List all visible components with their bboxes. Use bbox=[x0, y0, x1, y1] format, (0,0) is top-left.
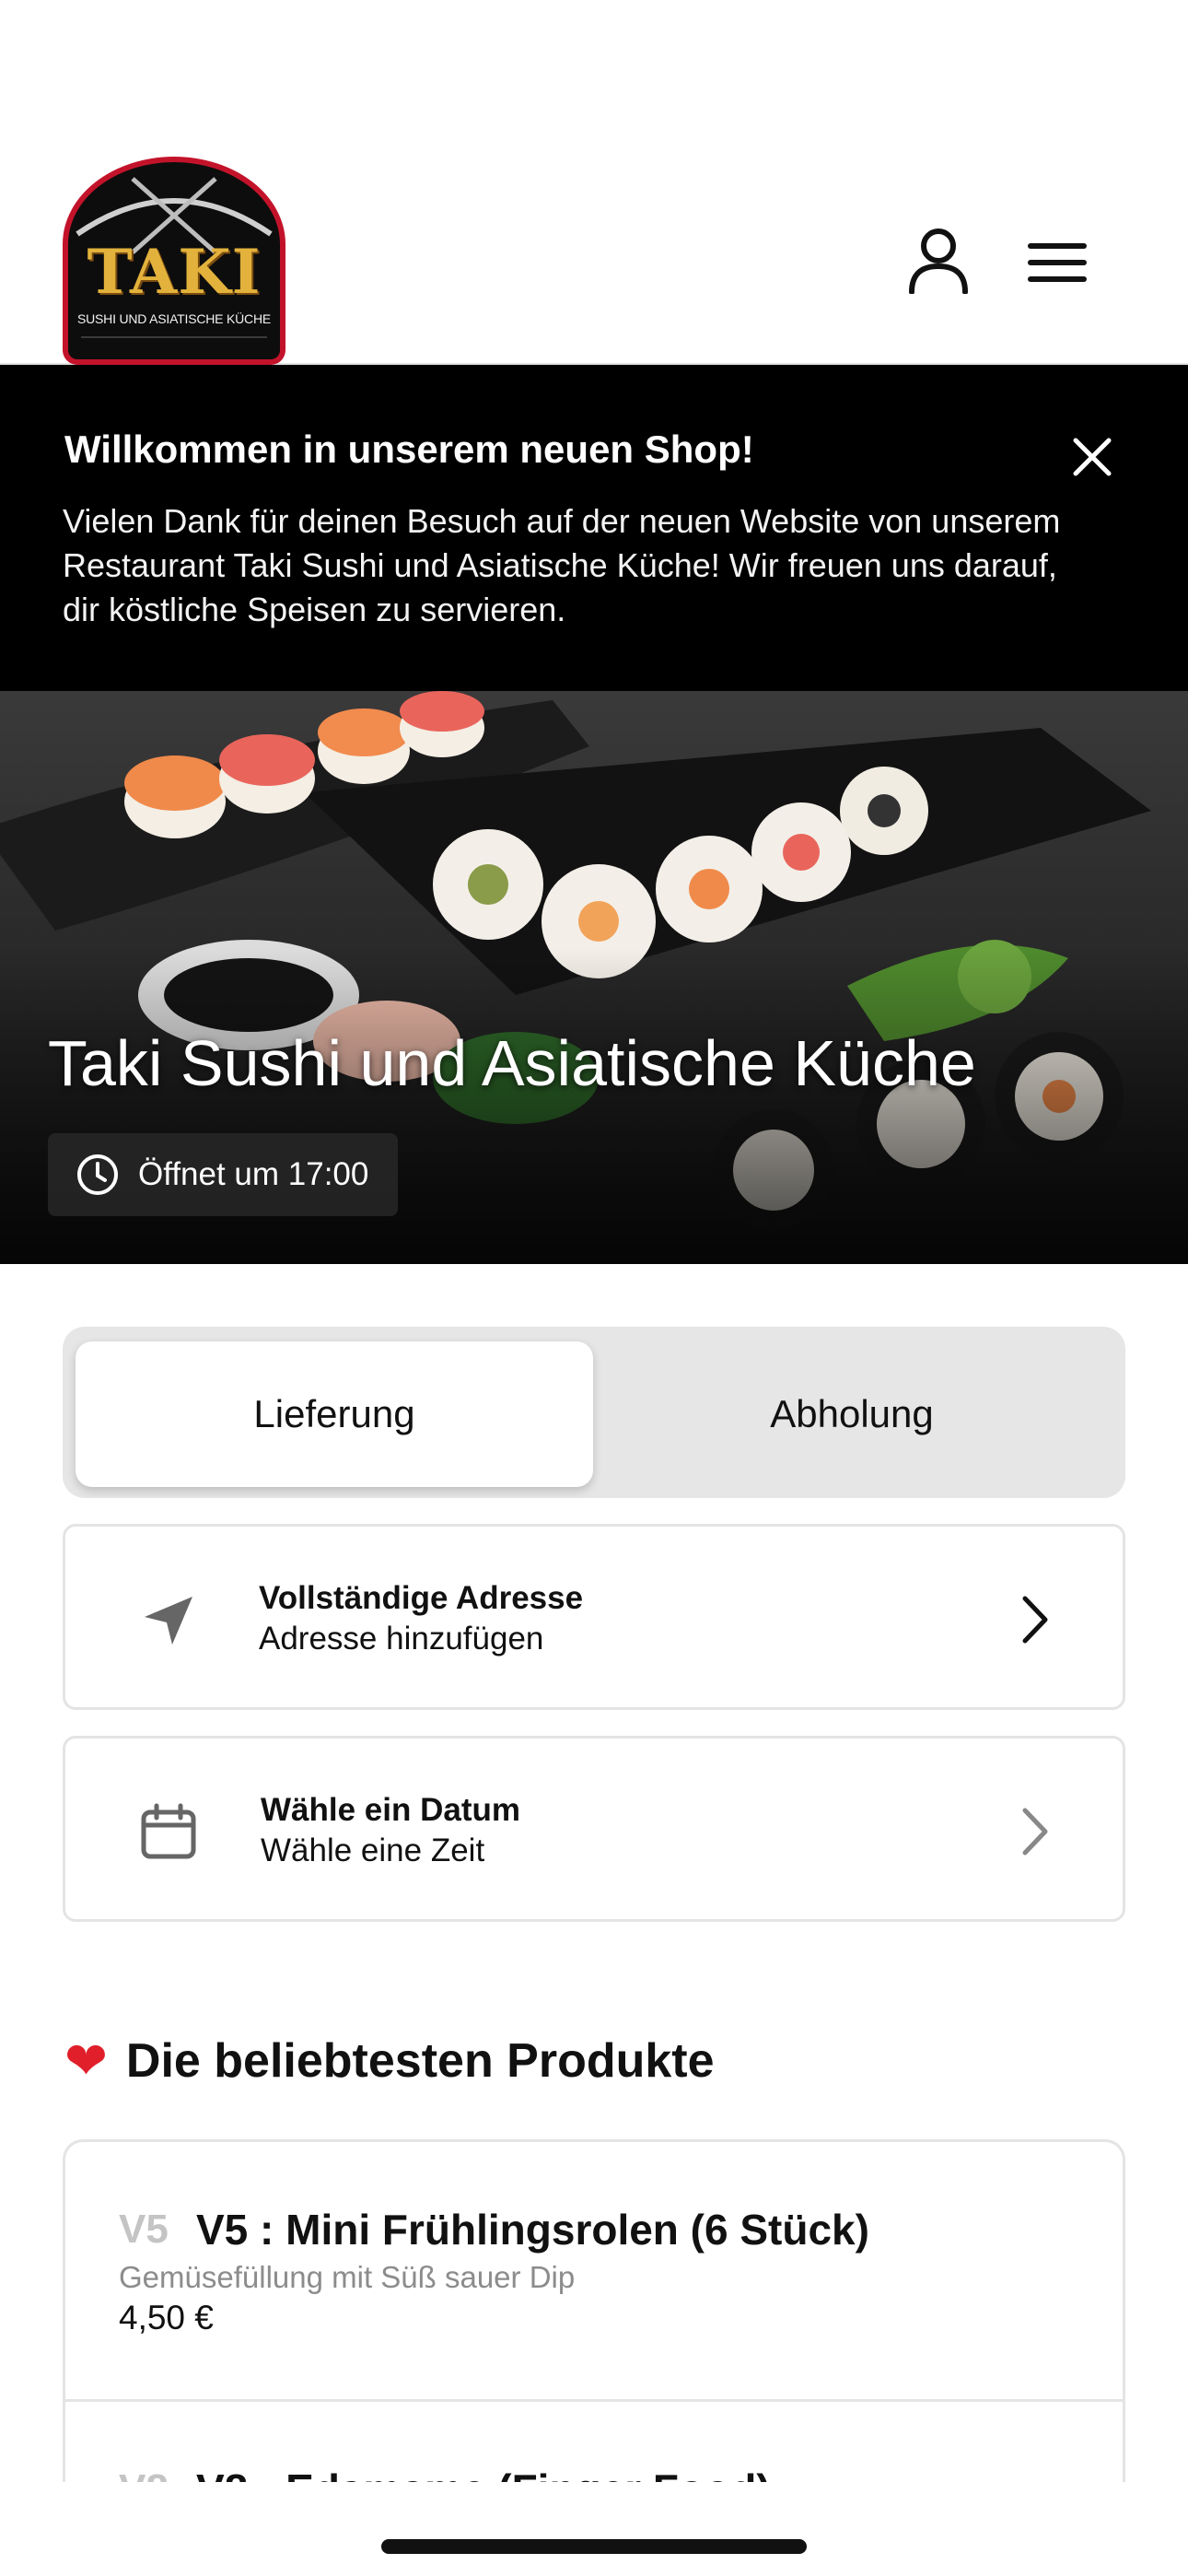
popular-products-list: V5 V5 : Mini Frühlingsrolen (6 Stück) Ge… bbox=[63, 2139, 1125, 2489]
close-icon bbox=[1073, 438, 1112, 476]
product-item[interactable]: V5 V5 : Mini Frühlingsrolen (6 Stück) Ge… bbox=[65, 2142, 1123, 2402]
date-time-card[interactable]: Wähle ein Datum Wähle eine Zeit bbox=[63, 1736, 1125, 1922]
popular-products-heading: ❤ Die beliebtesten Produkte bbox=[64, 2031, 715, 2091]
chevron-right-icon bbox=[1003, 1797, 1067, 1866]
product-price: 4,50 € bbox=[119, 2299, 214, 2336]
popular-products-title: Die beliebtesten Produkte bbox=[125, 2034, 715, 2088]
address-card[interactable]: Vollständige Adresse Adresse hinzufügen bbox=[63, 1524, 1125, 1710]
product-description: Gemüsefüllung mit Süß sauer Dip bbox=[119, 2260, 576, 2294]
address-title: Vollständige Adresse bbox=[259, 1580, 584, 1616]
date-subtitle: Wähle eine Zeit bbox=[261, 1832, 485, 1868]
location-arrow-icon bbox=[132, 1584, 205, 1657]
order-mode-toggle: Lieferung Abholung bbox=[63, 1327, 1125, 1498]
pickup-option[interactable]: Abholung bbox=[593, 1341, 1111, 1487]
hamburger-menu-icon bbox=[1028, 243, 1087, 282]
bottom-safe-area bbox=[0, 2482, 1188, 2576]
heart-icon: ❤ bbox=[64, 2032, 108, 2090]
menu-button[interactable] bbox=[1024, 230, 1090, 295]
address-subtitle: Adresse hinzufügen bbox=[259, 1621, 544, 1657]
product-code: V5 bbox=[119, 2207, 169, 2252]
clock-icon bbox=[77, 1154, 118, 1195]
date-title: Wähle ein Datum bbox=[261, 1792, 520, 1828]
chevron-right-icon bbox=[1003, 1586, 1067, 1654]
restaurant-name: Taki Sushi und Asiatische Küche bbox=[48, 1027, 976, 1099]
app-page: TAKI SUSHI UND ASIATISCHE KÜCHE Willkomm… bbox=[0, 0, 1188, 2576]
banner-title: Willkommen in unserem neuen Shop! bbox=[64, 427, 754, 471]
banner-message: Vielen Dank für deinen Besuch auf der ne… bbox=[63, 502, 1061, 628]
welcome-banner: Willkommen in unserem neuen Shop! Vielen… bbox=[0, 365, 1188, 691]
logo-tagline: SUSHI UND ASIATISCHE KÜCHE bbox=[76, 311, 272, 326]
opening-hours-badge: Öffnet um 17:00 bbox=[48, 1133, 399, 1216]
hero-section: Taki Sushi und Asiatische Küche Öffnet u… bbox=[0, 691, 1188, 1264]
restaurant-logo[interactable]: TAKI SUSHI UND ASIATISCHE KÜCHE bbox=[63, 157, 285, 365]
user-icon bbox=[909, 228, 968, 294]
calendar-icon bbox=[132, 1796, 205, 1869]
home-indicator[interactable] bbox=[381, 2539, 807, 2554]
product-item[interactable]: V8 V8 : Edamame (Finger Food) bbox=[65, 2402, 1123, 2489]
opening-hours-text: Öffnet um 17:00 bbox=[138, 1156, 369, 1192]
account-button[interactable] bbox=[901, 221, 976, 300]
logo-name: TAKI bbox=[87, 236, 262, 308]
delivery-option[interactable]: Lieferung bbox=[76, 1341, 593, 1487]
product-name: V5 : Mini Frühlingsrolen (6 Stück) bbox=[196, 2206, 869, 2254]
banner-close-button[interactable] bbox=[1059, 424, 1125, 490]
site-header: TAKI SUSHI UND ASIATISCHE KÜCHE bbox=[0, 0, 1188, 365]
